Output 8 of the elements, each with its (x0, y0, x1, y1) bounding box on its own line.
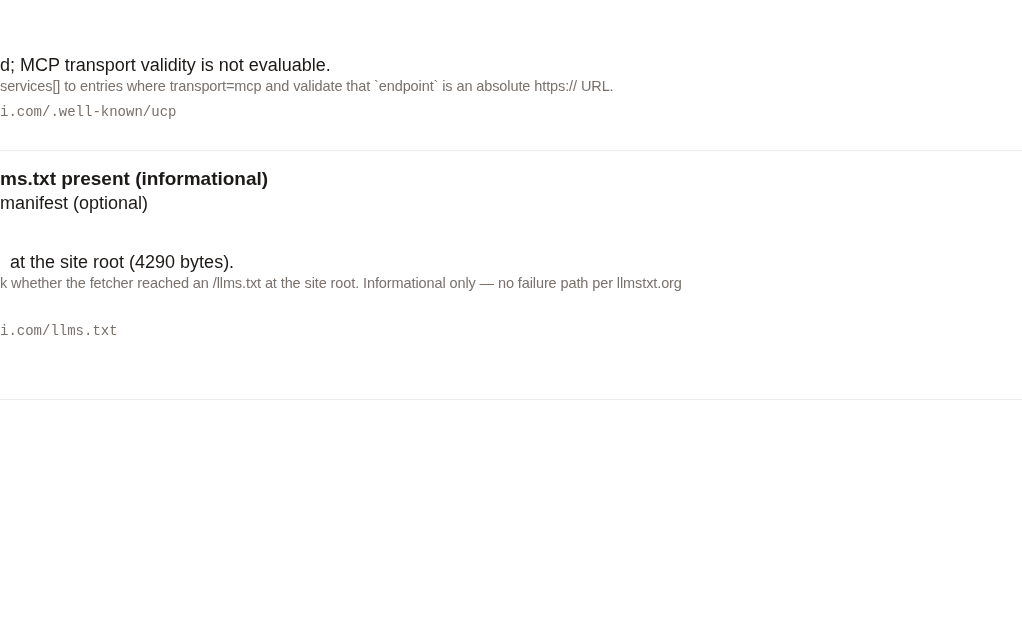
check-explanation: services[] to entries where transport=mcp and validate that `endpoint` is an absolute https:// URL. (0, 77, 615, 96)
check-explanation: k whether the fetcher reached an /llms.txt at the site root. Informational only — no failure path per llmstxt.org (0, 274, 683, 293)
check-result: d; MCP transport validity is not evaluable. (0, 54, 332, 76)
check-subtitle: manifest (optional) (0, 192, 150, 215)
check-url: i.com/.well-known/ucp (0, 103, 178, 122)
check-title: ms.txt present (informational) (0, 167, 270, 191)
check-url: i.com/llms.txt (0, 322, 119, 341)
check-result: at the site root (4290 bytes). (9, 251, 236, 273)
